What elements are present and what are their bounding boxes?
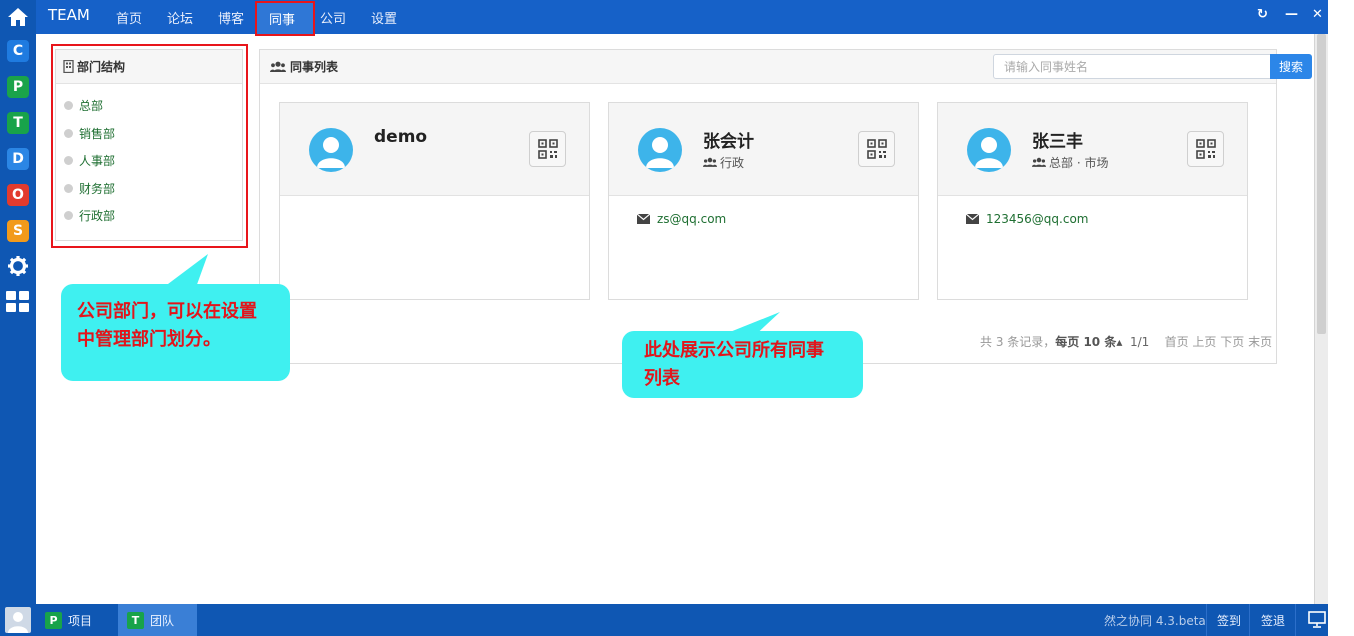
- rail-app-d[interactable]: D: [7, 148, 29, 170]
- project-icon: P: [45, 611, 62, 629]
- search-button[interactable]: 搜索: [1270, 54, 1312, 79]
- pagination: 共 3 条记录，每页 10 条▴ 1/1 首页 上页 下页 末页: [980, 333, 1272, 350]
- qrcode-icon: [866, 139, 887, 159]
- nav-home[interactable]: 首页: [116, 8, 142, 27]
- divider: [1249, 604, 1250, 636]
- envelope-icon: [637, 214, 650, 224]
- callout-colleagues: 此处展示公司所有同事列表: [622, 331, 863, 398]
- colleague-card[interactable]: demo: [279, 102, 590, 300]
- nav-colleagues[interactable]: 同事: [255, 1, 315, 36]
- scrollbar-thumb[interactable]: [1317, 34, 1326, 334]
- nav-blog[interactable]: 博客: [218, 8, 244, 27]
- colleague-panel-title: 同事列表: [290, 60, 339, 74]
- qrcode-icon: [1195, 139, 1216, 159]
- user-avatar[interactable]: [5, 607, 31, 633]
- avatar: [638, 128, 682, 172]
- first-page-link[interactable]: 首页: [1165, 335, 1189, 349]
- users-icon: [703, 157, 717, 167]
- colleague-name[interactable]: 张三丰: [1032, 127, 1083, 152]
- colleague-name[interactable]: 张会计: [703, 127, 754, 152]
- card-header: 张三丰 总部 · 市场: [938, 103, 1247, 196]
- colleague-department: 行政: [703, 154, 744, 171]
- qrcode-button[interactable]: [529, 131, 566, 167]
- colleague-search-input[interactable]: [993, 54, 1273, 79]
- apps-grid-icon[interactable]: [6, 291, 30, 313]
- prev-page-link[interactable]: 上页: [1192, 335, 1216, 349]
- divider: [1206, 604, 1207, 636]
- nav-company[interactable]: 公司: [320, 8, 346, 27]
- card-header: demo: [280, 103, 589, 196]
- qrcode-icon: [537, 139, 558, 159]
- nav-settings[interactable]: 设置: [371, 8, 397, 27]
- colleague-department: 总部 · 市场: [1032, 154, 1108, 171]
- colleague-email[interactable]: 123456@qq.com: [966, 212, 1089, 226]
- rail-app-t[interactable]: T: [7, 112, 29, 134]
- top-nav-bar: TEAM 首页 论坛 博客 同事 公司 设置 ↻ — ✕: [36, 0, 1328, 36]
- users-icon: [270, 61, 286, 72]
- close-icon[interactable]: ✕: [1312, 7, 1323, 22]
- callout-departments: 公司部门，可以在设置中管理部门划分。: [61, 284, 290, 381]
- version-label: 然之协同 4.3.beta: [1104, 614, 1206, 628]
- rail-app-o[interactable]: O: [7, 184, 29, 206]
- minimize-icon[interactable]: —: [1285, 7, 1298, 22]
- taskbar-item-project[interactable]: P 项目: [36, 604, 101, 636]
- last-page-link[interactable]: 末页: [1248, 335, 1272, 349]
- rail-app-c[interactable]: C: [7, 40, 29, 62]
- next-page-link[interactable]: 下页: [1220, 335, 1244, 349]
- envelope-icon: [966, 214, 979, 224]
- card-header: 张会计 行政: [609, 103, 918, 196]
- colleague-name[interactable]: demo: [374, 127, 427, 147]
- avatar: [967, 128, 1011, 172]
- record-count: 共 3 条记录，: [980, 335, 1056, 349]
- team-icon: T: [127, 611, 144, 629]
- colleague-email[interactable]: zs@qq.com: [637, 212, 726, 226]
- highlight-box: [51, 44, 248, 248]
- home-icon[interactable]: [0, 0, 36, 34]
- sign-out-button[interactable]: 签退: [1261, 612, 1285, 629]
- vertical-scrollbar[interactable]: [1314, 34, 1328, 604]
- app-rail: C P T D O S: [0, 0, 36, 604]
- nav-forum[interactable]: 论坛: [167, 8, 193, 27]
- sign-in-button[interactable]: 签到: [1217, 612, 1241, 629]
- colleague-card[interactable]: 张三丰 总部 · 市场 123456@qq.com: [937, 102, 1248, 300]
- page-indicator: 1/1: [1130, 335, 1150, 349]
- gear-icon[interactable]: [7, 255, 29, 277]
- refresh-icon[interactable]: ↻: [1257, 7, 1268, 22]
- page-size-select[interactable]: 每页 10 条: [1055, 335, 1116, 349]
- divider: [1295, 604, 1296, 636]
- app-window: C P T D O S TEAM 首页 论坛 博客 同事 公司 设置 ↻ — ✕…: [0, 0, 1328, 636]
- colleague-card[interactable]: 张会计 行政 zs@qq.com: [608, 102, 919, 300]
- rail-app-p[interactable]: P: [7, 76, 29, 98]
- qrcode-button[interactable]: [858, 131, 895, 167]
- caret-icon[interactable]: ▴: [1116, 335, 1122, 349]
- monitor-icon[interactable]: [1308, 611, 1326, 632]
- rail-app-s[interactable]: S: [7, 220, 29, 242]
- brand-title[interactable]: TEAM: [48, 6, 90, 24]
- avatar: [309, 128, 353, 172]
- users-icon: [1032, 157, 1046, 167]
- qrcode-button[interactable]: [1187, 131, 1224, 167]
- taskbar-item-team[interactable]: T 团队: [118, 604, 197, 636]
- taskbar: P 项目 T 团队 然之协同 4.3.beta 签到 签退: [0, 604, 1328, 636]
